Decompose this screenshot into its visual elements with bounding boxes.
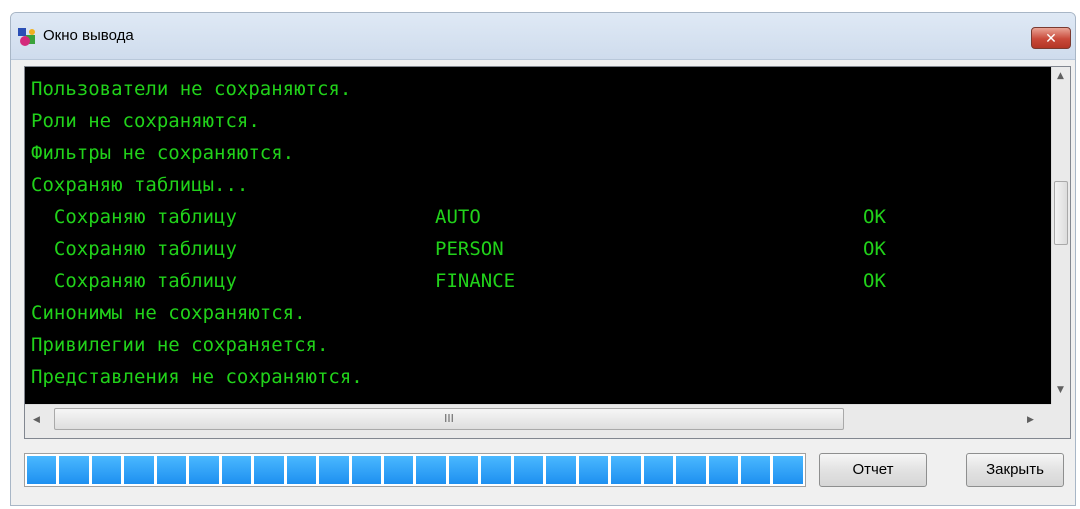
progress-segment [448, 456, 479, 484]
progress-segment [221, 456, 252, 484]
console-line: Синонимы не сохраняются. [31, 297, 306, 329]
console-line: Фильтры не сохраняются. [31, 137, 294, 169]
console-table-name: FINANCE [435, 270, 516, 292]
progress-segment [708, 456, 738, 484]
console-line: Сохраняю таблицу FINANCE OK [31, 265, 886, 297]
progress-segment [286, 456, 317, 484]
arrow-down-icon[interactable]: ▼ [1057, 385, 1064, 395]
console-line-text: Представления не сохраняются. [31, 366, 363, 388]
console-line: Представления не сохраняются. [31, 361, 363, 393]
progress-segment [156, 456, 187, 484]
progress-segment [27, 456, 57, 484]
progress-segment [676, 456, 706, 484]
console-status: OK [863, 206, 886, 228]
vertical-scroll-thumb[interactable] [1054, 181, 1068, 245]
output-window: Окно вывода ✕ Пользователи не сохраняютс… [10, 12, 1076, 506]
console-table-name: PERSON [435, 238, 504, 260]
console-line: Привилегии не сохраняется. [31, 329, 328, 361]
arrow-left-icon[interactable]: ◀ [33, 415, 40, 425]
vertical-scrollbar[interactable]: ▲ ▼ [1051, 67, 1070, 404]
console-line: Сохраняю таблицы... [31, 169, 248, 201]
progress-segment [254, 456, 284, 484]
console-line: Пользователи не сохраняются. [31, 73, 351, 105]
progress-segment [189, 456, 219, 484]
horizontal-scrollbar[interactable]: ◀ III ▶ [25, 404, 1051, 438]
console-line-text: Синонимы не сохраняются. [31, 302, 306, 324]
console-line-text: Роли не сохраняются. [31, 110, 260, 132]
horizontal-scroll-thumb[interactable]: III [54, 408, 844, 430]
console-line-text: Фильтры не сохраняются. [31, 142, 295, 164]
arrow-up-icon[interactable]: ▲ [1057, 71, 1064, 81]
console-line: Сохраняю таблицу PERSON OK [31, 233, 886, 265]
progress-segment [319, 456, 349, 484]
title-bar[interactable]: Окно вывода ✕ [11, 13, 1075, 60]
progress-segment [124, 456, 154, 484]
progress-segment [416, 456, 446, 484]
console-text-area[interactable]: Пользователи не сохраняются. Роли не сохр… [25, 67, 1051, 404]
progress-segment [351, 456, 381, 484]
console-line-text: Привилегии не сохраняется. [31, 334, 329, 356]
console-line-text: Сохраняю таблицу [31, 270, 237, 292]
progress-segment [91, 456, 122, 484]
progress-segment [740, 456, 771, 484]
progress-segment [578, 456, 609, 484]
progress-segment [383, 456, 414, 484]
console-line-text: Сохраняю таблицу [31, 238, 237, 260]
arrow-right-icon[interactable]: ▶ [1027, 415, 1034, 425]
scrollbar-corner [1051, 404, 1070, 438]
console-line-text: Пользователи не сохраняются. [31, 78, 352, 100]
console-table-name: AUTO [435, 206, 481, 228]
window-title: Окно вывода [43, 27, 134, 44]
console-line-text: Сохраняю таблицу [31, 206, 237, 228]
report-button[interactable]: Отчет [819, 453, 927, 487]
console-line-text: Сохраняю таблицы... [31, 174, 249, 196]
output-console: Пользователи не сохраняются. Роли не сохр… [24, 66, 1071, 439]
console-line: Сохраняю таблицу AUTO OK [31, 201, 886, 233]
console-status: OK [863, 238, 886, 260]
progress-bar [24, 453, 806, 487]
progress-segment [643, 456, 674, 484]
progress-segment [481, 456, 511, 484]
progress-segment [773, 456, 803, 484]
close-icon[interactable]: ✕ [1031, 27, 1071, 49]
progress-segment [546, 456, 576, 484]
close-button[interactable]: Закрыть [966, 453, 1064, 487]
output-window-icon [18, 28, 35, 46]
progress-segment [59, 456, 89, 484]
progress-segment [611, 456, 641, 484]
console-status: OK [863, 270, 886, 292]
console-line: Роли не сохраняются. [31, 105, 260, 137]
progress-segment [513, 456, 544, 484]
